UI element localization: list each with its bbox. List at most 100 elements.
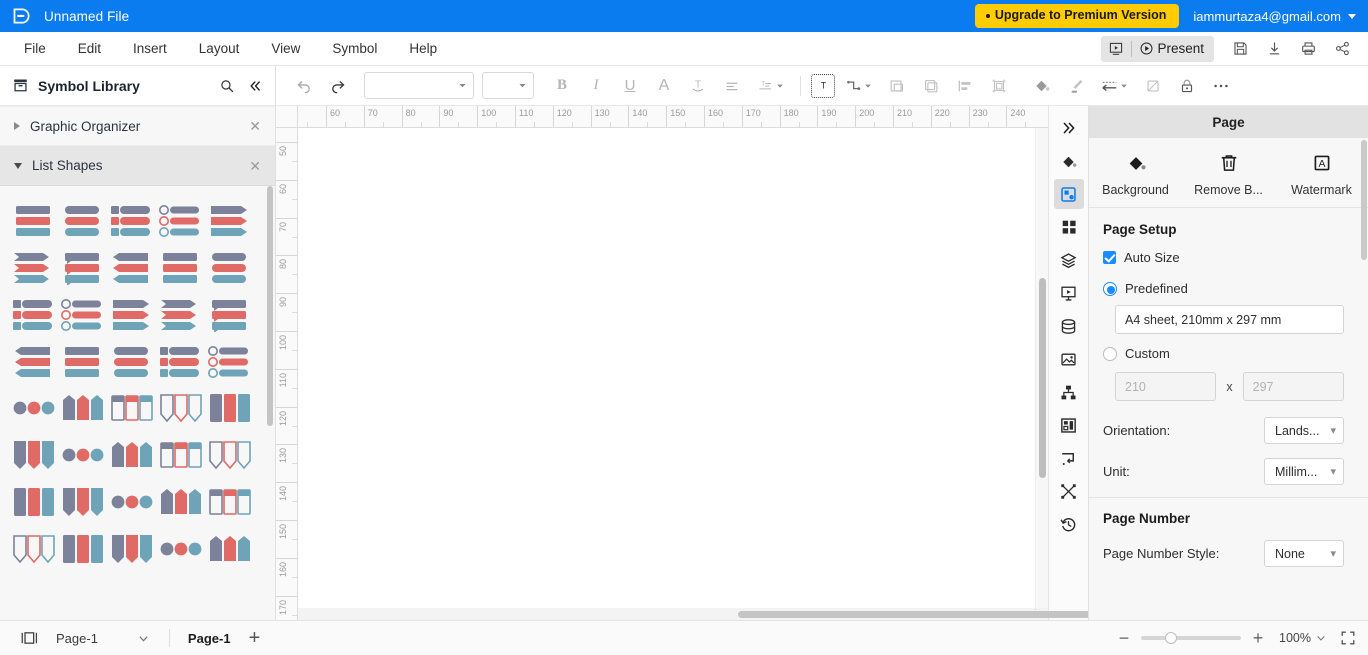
zoom-slider-thumb[interactable] [1165, 632, 1178, 644]
menu-help[interactable]: Help [393, 32, 453, 66]
shape-thumbnail[interactable] [57, 384, 106, 431]
presentation-icon[interactable] [1054, 278, 1084, 308]
shape-thumbnail[interactable] [155, 384, 204, 431]
shape-library-icon[interactable] [1054, 212, 1084, 242]
share-button[interactable] [1326, 35, 1358, 63]
redo-button[interactable] [322, 72, 354, 100]
line-color-button[interactable] [1059, 72, 1091, 100]
distribute-icon[interactable] [1054, 476, 1084, 506]
menu-file[interactable]: File [8, 32, 62, 66]
shape-thumbnail[interactable] [8, 290, 57, 337]
unit-select[interactable]: Millim... ▾ [1264, 458, 1344, 485]
font-color-button[interactable]: A [648, 72, 680, 100]
shape-thumbnail[interactable] [57, 478, 106, 525]
page-number-style-select[interactable]: None ▾ [1264, 540, 1344, 567]
shape-thumbnail[interactable] [106, 431, 155, 478]
line-spacing-button[interactable]: T [750, 72, 790, 100]
undo-button[interactable] [288, 72, 320, 100]
shape-thumbnail[interactable] [155, 337, 204, 384]
shape-thumbnail[interactable] [57, 525, 106, 572]
bold-button[interactable]: B [546, 72, 578, 100]
expand-panel-icon[interactable] [1054, 113, 1084, 143]
shape-thumbnail[interactable] [106, 384, 155, 431]
lock-button[interactable] [1171, 72, 1203, 100]
present-button[interactable]: Present [1132, 36, 1214, 62]
shape-thumbnail[interactable] [57, 290, 106, 337]
search-button[interactable] [219, 78, 235, 94]
layers-icon[interactable] [1054, 245, 1084, 275]
save-button[interactable] [1224, 35, 1256, 63]
group-button[interactable] [881, 72, 913, 100]
shape-thumbnail[interactable] [8, 384, 57, 431]
image-icon[interactable] [1054, 344, 1084, 374]
zoom-in-button[interactable]: + [1245, 629, 1271, 647]
shape-thumbnail[interactable] [204, 478, 253, 525]
shape-thumbnail[interactable] [204, 196, 253, 243]
data-icon[interactable] [1054, 311, 1084, 341]
shape-thumbnail-scroll[interactable] [0, 186, 275, 620]
shape-thumbnail[interactable] [155, 196, 204, 243]
shape-thumbnail[interactable] [155, 431, 204, 478]
italic-button[interactable]: I [580, 72, 612, 100]
custom-width-input[interactable]: 210 [1115, 372, 1217, 401]
account-menu[interactable]: iammurtaza4@gmail.com [1193, 9, 1356, 24]
orientation-select[interactable]: Lands... ▾ [1264, 417, 1344, 444]
remove-background-tool[interactable]: Remove B... [1182, 152, 1275, 197]
zoom-out-button[interactable]: − [1111, 629, 1137, 647]
shape-thumbnail[interactable] [106, 337, 155, 384]
library-section-graphic-organizer[interactable]: Graphic Organizer ✕ [0, 106, 275, 146]
shape-thumbnail[interactable] [57, 196, 106, 243]
shape-thumbnail[interactable] [155, 478, 204, 525]
custom-height-input[interactable]: 297 [1242, 372, 1344, 401]
align-left-button[interactable] [716, 72, 748, 100]
shape-thumbnail[interactable] [204, 431, 253, 478]
shape-thumbnail[interactable] [57, 243, 106, 290]
fullscreen-button[interactable] [1340, 630, 1356, 646]
menu-symbol[interactable]: Symbol [316, 32, 393, 66]
shape-thumbnail[interactable] [8, 431, 57, 478]
print-button[interactable] [1292, 35, 1324, 63]
shape-thumbnail[interactable] [57, 337, 106, 384]
shape-thumbnail[interactable] [204, 384, 253, 431]
page-canvas[interactable] [298, 128, 1035, 609]
shadow-button[interactable] [1137, 72, 1169, 100]
underline-button[interactable]: U [614, 72, 646, 100]
shape-thumbnail[interactable] [204, 525, 253, 572]
floorplan-icon[interactable] [1054, 410, 1084, 440]
close-icon[interactable]: ✕ [249, 119, 261, 133]
shape-thumbnail[interactable] [204, 243, 253, 290]
select-all-button[interactable] [983, 72, 1015, 100]
slideshow-button[interactable] [1101, 36, 1131, 62]
predefined-radio[interactable] [1103, 281, 1117, 296]
collapse-panel-button[interactable] [247, 78, 263, 94]
connector-button[interactable] [837, 72, 879, 100]
upgrade-to-premium-button[interactable]: Upgrade to Premium Version [974, 4, 1180, 28]
library-section-list-shapes[interactable]: List Shapes ✕ [0, 146, 275, 186]
shape-thumbnail[interactable] [106, 290, 155, 337]
custom-radio[interactable] [1103, 346, 1117, 361]
canvas-vertical-scroll-thumb[interactable] [1039, 278, 1046, 478]
page-settings-icon[interactable] [1053, 179, 1084, 209]
canvas-horizontal-scrollbar[interactable] [298, 608, 1153, 620]
align-objects-button[interactable] [949, 72, 981, 100]
page-panel-scrollbar[interactable] [1361, 140, 1367, 260]
shape-thumbnail[interactable] [8, 196, 57, 243]
shape-thumbnail[interactable] [8, 525, 57, 572]
auto-size-checkbox[interactable] [1103, 251, 1116, 264]
shape-thumbnail[interactable] [57, 431, 106, 478]
shape-thumbnail[interactable] [204, 290, 253, 337]
font-size-select[interactable] [482, 72, 534, 99]
fill-style-icon[interactable] [1054, 146, 1084, 176]
page-panel-scroll[interactable]: Background Remove B... A Watermark Page … [1089, 138, 1368, 620]
page-layout-button[interactable] [12, 630, 46, 646]
add-page-button[interactable]: + [239, 628, 271, 648]
close-icon[interactable]: ✕ [249, 159, 261, 173]
shape-thumbnail[interactable] [155, 290, 204, 337]
more-options-button[interactable] [1205, 72, 1237, 100]
zoom-level-select[interactable]: 100% [1279, 631, 1326, 645]
download-button[interactable] [1258, 35, 1290, 63]
shape-thumbnail[interactable] [8, 478, 57, 525]
shape-thumbnail[interactable] [106, 196, 155, 243]
canvas-vertical-scrollbar[interactable] [1035, 128, 1048, 608]
org-chart-icon[interactable] [1054, 377, 1084, 407]
